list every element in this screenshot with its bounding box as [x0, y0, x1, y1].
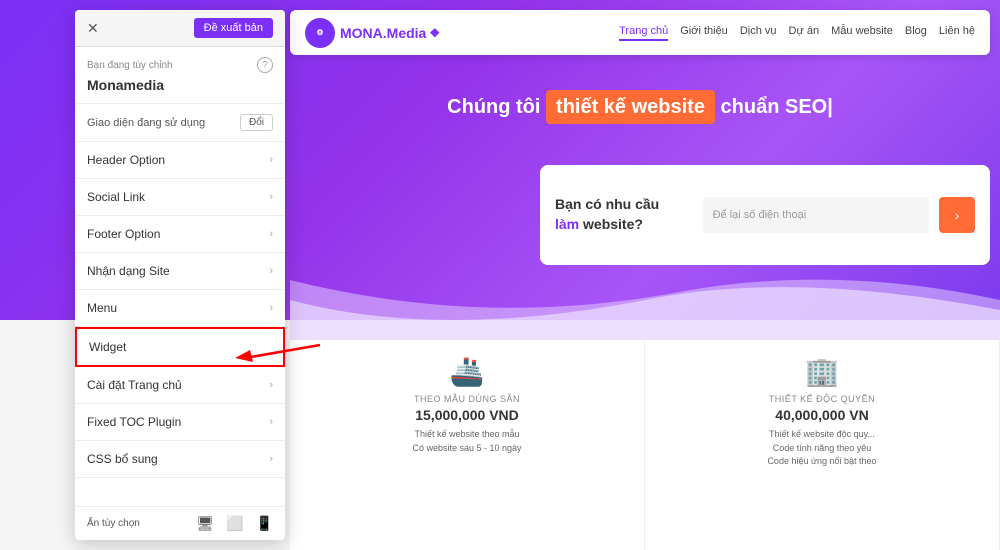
hero-highlight: thiết kế website [546, 90, 715, 124]
preview-navbar: ⚙ MONA.Media ❖ Trang chủ Giới thiệu Dịch… [290, 10, 990, 55]
chevron-icon-fixed-toc: › [269, 416, 273, 428]
sidebar-item-fixed-toc[interactable]: Fixed TOC Plugin › [75, 404, 285, 441]
contact-title: Bạn có nhu cầu làm website? [555, 195, 693, 234]
card-building-icon: 🏢 [805, 355, 840, 388]
theme-label: Giao diện đang sử dụng [87, 117, 205, 129]
theme-row: Giao diện đang sử dụng Đổi [75, 104, 285, 142]
sidebar-item-css[interactable]: CSS bổ sung › [75, 441, 285, 478]
sidebar-item-nhan-dang[interactable]: Nhận dạng Site › [75, 253, 285, 290]
card-2-subtitle: THIẾT KẾ ĐỘC QUYỀN [769, 394, 875, 404]
red-arrow [235, 340, 325, 375]
help-icon[interactable]: ? [257, 57, 273, 73]
change-theme-button[interactable]: Đổi [240, 114, 273, 131]
desktop-icon[interactable]: 🖥 [196, 515, 214, 532]
publish-button[interactable]: Đề xuất bản [194, 18, 273, 38]
card-2-desc: Thiết kế website độc quy...Code tính năn… [767, 428, 876, 469]
sidebar-label-header-option: Header Option [87, 153, 165, 167]
card-doc-quyen: 🏢 THIẾT KẾ ĐỘC QUYỀN 40,000,000 VN Thiết… [645, 340, 1000, 550]
phone-input[interactable]: Để lại số điện thoại [703, 197, 929, 233]
tablet-icon[interactable]: ⬜ [226, 515, 243, 532]
sidebar-footer: Ẩn tùy chọn 🖥 ⬜ 📱 [75, 506, 285, 540]
chevron-icon-menu: › [269, 302, 273, 314]
nav-lien-he[interactable]: Liên hệ [939, 25, 975, 41]
card-1-price: 15,000,000 VND [415, 407, 519, 423]
sidebar-label-nhan-dang: Nhận dạng Site [87, 264, 170, 278]
sidebar-label-css: CSS bổ sung [87, 452, 158, 466]
chevron-icon-footer: › [269, 228, 273, 240]
nav-gioi-thieu[interactable]: Giới thiệu [680, 25, 728, 41]
sidebar-item-social-link[interactable]: Social Link › [75, 179, 285, 216]
sidebar-label-social-link: Social Link [87, 190, 145, 204]
submit-button[interactable]: › [939, 197, 975, 233]
nav-mau-website[interactable]: Mẫu website [831, 25, 893, 41]
phone-placeholder: Để lại số điện thoại [713, 209, 807, 221]
customizer-sidebar: ✕ Đề xuất bản Bạn đang tùy chỉnh ? Monam… [75, 10, 285, 540]
card-theo-mau: 🚢 THEO MẪU DÙNG SẴN 15,000,000 VND Thiết… [290, 340, 645, 550]
chevron-icon-cai-dat: › [269, 379, 273, 391]
preview-contact-box: Bạn có nhu cầu làm website? Để lại số đi… [540, 165, 990, 265]
card-1-desc: Thiết kế website theo mẫuCó website sau … [412, 428, 521, 455]
chevron-icon-header: › [269, 154, 273, 166]
customizing-label: Bạn đang tùy chỉnh [87, 60, 173, 71]
sidebar-label-fixed-toc: Fixed TOC Plugin [87, 415, 181, 429]
preview-cards: 🚢 THEO MẪU DÙNG SẴN 15,000,000 VND Thiết… [290, 340, 1000, 550]
nav-dich-vu[interactable]: Dịch vụ [740, 25, 777, 41]
nav-blog[interactable]: Blog [905, 25, 927, 41]
sidebar-item-header-option[interactable]: Header Option › [75, 142, 285, 179]
sidebar-label-menu: Menu [87, 301, 117, 315]
preview-logo: ⚙ MONA.Media ❖ [305, 18, 440, 48]
preview-nav-links: Trang chủ Giới thiệu Dịch vụ Dự án Mẫu w… [619, 25, 975, 41]
preview-hero: Chúng tôi thiết kế website chuẩn SEO| [290, 70, 990, 144]
chevron-icon-nhan-dang: › [269, 265, 273, 277]
sidebar-label-cai-dat: Cài đặt Trang chủ [87, 378, 182, 392]
sidebar-item-footer-option[interactable]: Footer Option › [75, 216, 285, 253]
sidebar-label-footer-option: Footer Option [87, 227, 160, 241]
chevron-icon-social: › [269, 191, 273, 203]
hero-text-before: Chúng tôi [447, 96, 540, 118]
sidebar-item-menu[interactable]: Menu › [75, 290, 285, 327]
sidebar-label-widget: Widget [89, 340, 126, 354]
card-ship-icon: 🚢 [450, 355, 485, 388]
nav-trang-chu[interactable]: Trang chủ [619, 25, 668, 41]
logo-text: MONA.Media [340, 25, 426, 41]
mobile-icon[interactable]: 📱 [256, 515, 273, 532]
footer-label: Ẩn tùy chọn [87, 518, 184, 529]
sidebar-menu: Header Option › Social Link › Footer Opt… [75, 142, 285, 478]
card-1-subtitle: THEO MẪU DÙNG SẴN [414, 394, 520, 404]
preview-wave [290, 260, 1000, 340]
hero-text-after: chuẩn SEO| [721, 96, 833, 118]
chevron-icon-css: › [269, 453, 273, 465]
mona-logo-icon: ⚙ [305, 18, 335, 48]
logo-dots: ❖ [429, 26, 440, 40]
customizing-label-row: Bạn đang tùy chỉnh ? [75, 47, 285, 77]
nav-du-an[interactable]: Dự án [789, 25, 820, 41]
card-2-price: 40,000,000 VN [775, 407, 868, 423]
hero-text: Chúng tôi thiết kế website chuẩn SEO| [447, 90, 833, 124]
close-button[interactable]: ✕ [87, 20, 99, 37]
sidebar-top-bar: ✕ Đề xuất bản [75, 10, 285, 47]
site-name: Monamedia [75, 77, 285, 104]
